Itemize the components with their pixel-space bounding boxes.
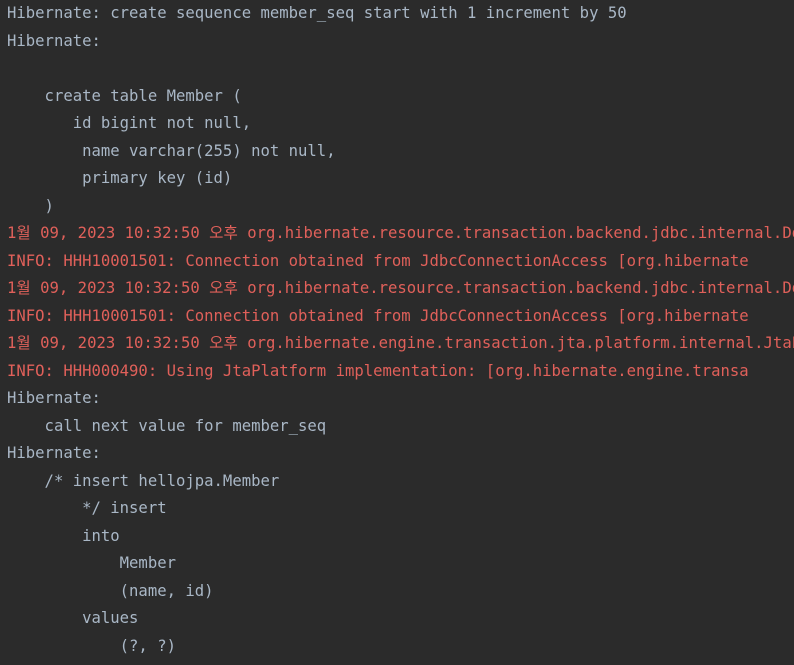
console-line: call next value for member_seq: [7, 416, 327, 435]
console-line: Hibernate:: [7, 31, 111, 50]
console-line: Hibernate: create sequence member_seq st…: [7, 4, 627, 22]
console-log-line: INFO: HHH10001501: Connection obtained f…: [7, 251, 749, 270]
console-line: primary key (id): [7, 169, 233, 187]
console-line: values: [7, 609, 139, 627]
console-line: Hibernate:: [7, 389, 111, 407]
console-log-line: 1월 09, 2023 10:32:50 오후 org.hibernate.re…: [7, 279, 794, 297]
console-line: id bigint not null,: [7, 114, 252, 132]
console-log-line: INFO: HHH000490: Using JtaPlatform imple…: [7, 361, 749, 380]
console-line: name varchar(255) not null,: [7, 141, 336, 160]
console-line: ): [7, 196, 54, 215]
console-log-line: INFO: HHH10001501: Connection obtained f…: [7, 306, 749, 325]
console-line: (name, id): [7, 581, 223, 600]
console-log-line: 1월 09, 2023 10:32:50 오후 org.hibernate.en…: [7, 334, 794, 352]
console-line: (?, ?): [7, 636, 176, 655]
console-line: /* insert hellojpa.Member: [7, 471, 280, 490]
console-log-line: 1월 09, 2023 10:32:50 오후 org.hibernate.re…: [7, 224, 794, 242]
console-line: Member: [7, 554, 176, 572]
console-line: create table Member (: [7, 86, 242, 105]
console-line: */ insert: [7, 499, 176, 517]
console-output[interactable]: Hibernate: create sequence member_seq st…: [0, 0, 794, 665]
console-line: Hibernate:: [7, 444, 111, 462]
console-line: into: [7, 526, 120, 545]
